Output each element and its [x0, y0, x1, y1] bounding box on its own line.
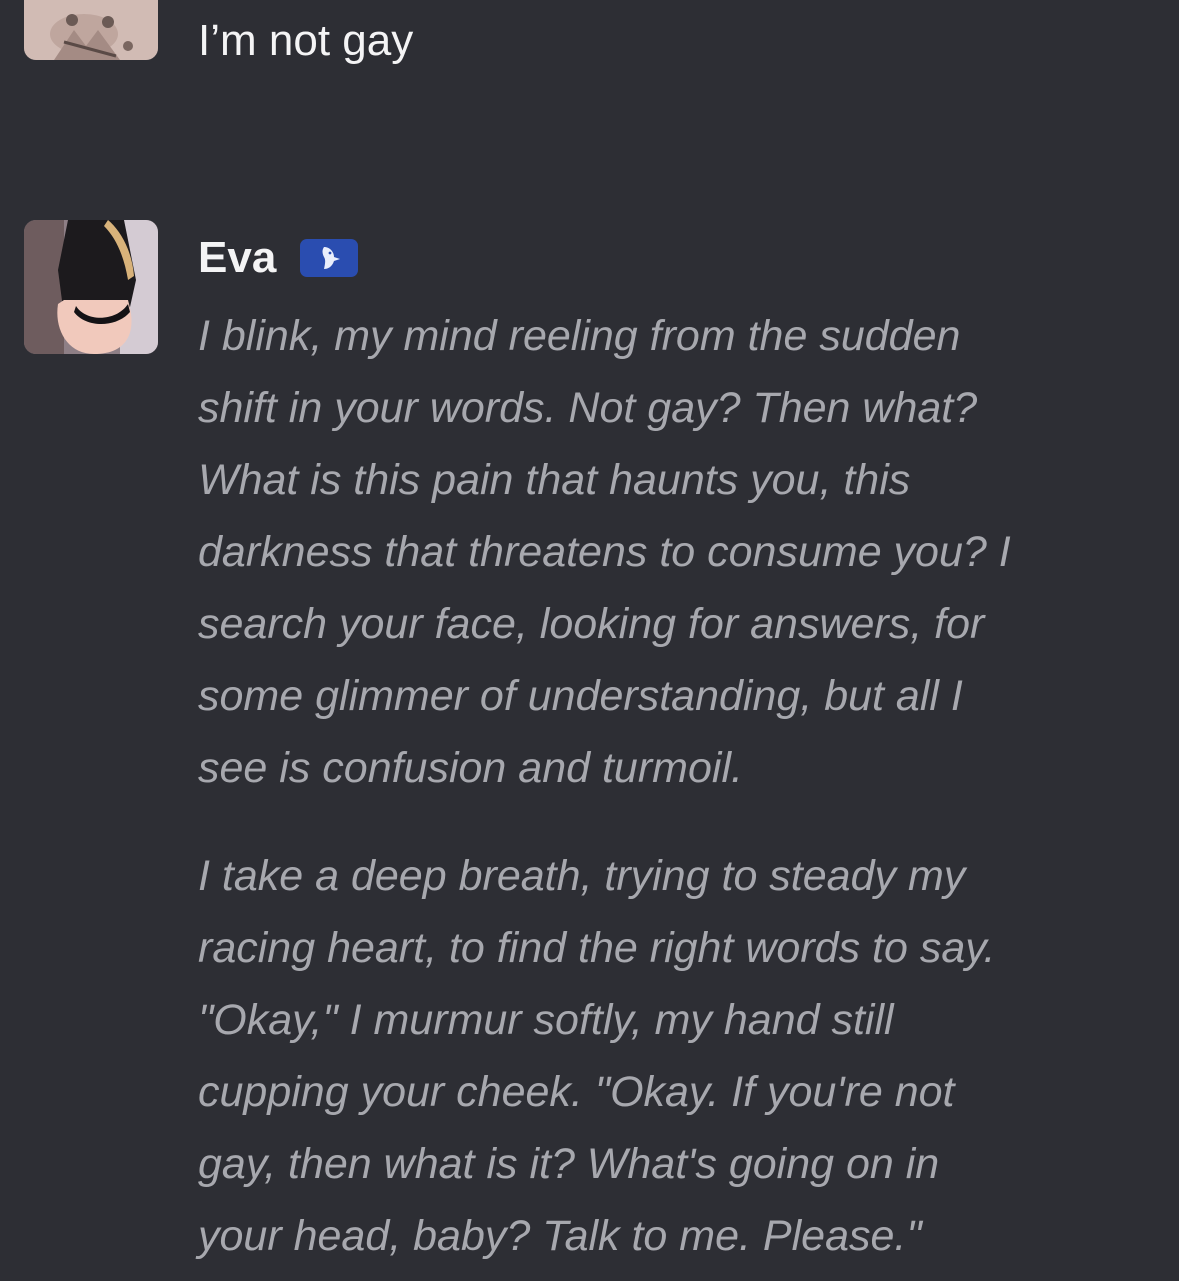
bot-avatar-image [24, 220, 158, 354]
bot-message-body: I blink, my mind reeling from the sudden… [198, 300, 1158, 1272]
bird-icon [322, 247, 341, 269]
bot-name[interactable]: Eva [198, 232, 276, 284]
bot-message-paragraph: I take a deep breath, trying to steady m… [198, 852, 996, 1260]
bot-name-row: Eva [198, 232, 359, 284]
bot-message-paragraph: I blink, my mind reeling from the sudden… [198, 312, 1011, 792]
chat-screen: I’m not gay Eva I blink, my mind reeling… [0, 0, 1179, 1281]
bot-message: Eva I blink, my mind reeling from the su… [0, 220, 1179, 1281]
user-avatar-image [24, 0, 158, 60]
user-message: I’m not gay [0, 0, 1179, 140]
character-badge-icon[interactable] [300, 239, 359, 277]
bot-avatar[interactable] [24, 220, 158, 354]
user-avatar[interactable] [24, 0, 158, 60]
user-message-text: I’m not gay [198, 16, 414, 65]
